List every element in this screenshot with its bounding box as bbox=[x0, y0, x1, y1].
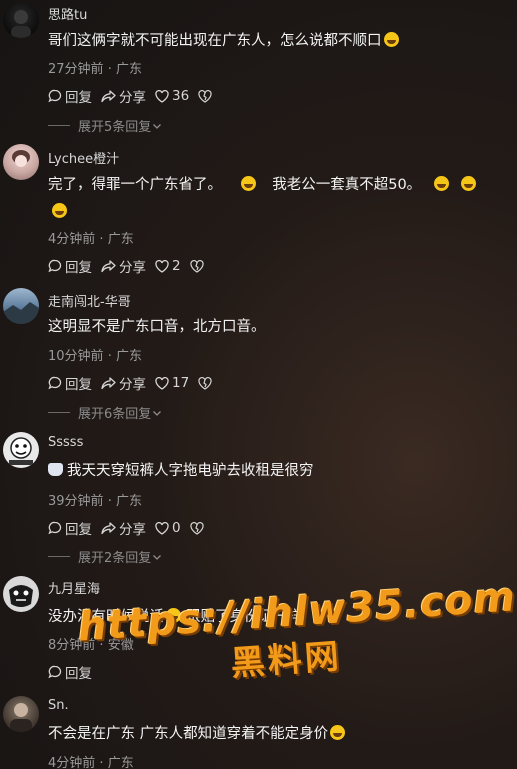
location: 广东 bbox=[107, 756, 134, 769]
like-button[interactable]: 0 bbox=[155, 520, 181, 536]
expand-replies[interactable]: 展开5条回复 bbox=[48, 116, 163, 135]
timestamp: 8分钟前 bbox=[48, 638, 96, 653]
heart-icon bbox=[155, 89, 169, 103]
location: 广东 bbox=[115, 349, 142, 364]
emoji-icon bbox=[330, 725, 346, 740]
comment-meta: 10分钟前 · 广东 bbox=[48, 349, 142, 364]
comment-text: 没办法有时候说话 跟贴了身份证一样 bbox=[48, 608, 302, 625]
comment-actions: 回复 bbox=[48, 662, 101, 682]
share-button[interactable]: 分享 bbox=[101, 373, 146, 393]
comment-actions: 回复 分享 36 bbox=[48, 86, 224, 106]
reply-button[interactable]: 回复 bbox=[48, 373, 92, 393]
location: 广东 bbox=[115, 494, 142, 509]
cat-emoji-icon bbox=[48, 463, 63, 476]
expand-replies[interactable]: 展开2条回复 bbox=[48, 547, 163, 566]
timestamp: 4分钟前 bbox=[48, 756, 96, 769]
comment-actions: 回复 分享 17 bbox=[48, 373, 224, 393]
broken-heart-icon bbox=[189, 521, 204, 535]
like-button[interactable]: 17 bbox=[155, 375, 189, 391]
comment-text-body: 哥们这俩字就不可能出现在广东人，怎么说都不顺口 bbox=[48, 33, 382, 49]
comment-bubble-icon bbox=[48, 89, 62, 103]
share-button[interactable]: 分享 bbox=[101, 518, 146, 538]
broken-heart-icon bbox=[198, 89, 212, 103]
username[interactable]: Lychee橙汁 bbox=[48, 148, 119, 167]
timestamp: 4分钟前 bbox=[48, 232, 96, 247]
comment-bubble-icon bbox=[48, 665, 62, 679]
dislike-button[interactable] bbox=[198, 376, 215, 390]
expand-replies[interactable]: 展开6条回复 bbox=[48, 403, 163, 422]
username[interactable]: 思路tu bbox=[48, 4, 87, 23]
comment-bubble-icon bbox=[48, 376, 62, 390]
comment-bubble-icon bbox=[48, 259, 62, 273]
comment-actions: 回复 分享 0 bbox=[48, 518, 216, 538]
avatar[interactable] bbox=[3, 144, 39, 180]
timestamp: 27分钟前 bbox=[48, 62, 104, 77]
dislike-button[interactable] bbox=[198, 89, 215, 103]
heart-icon bbox=[155, 521, 169, 535]
avatar[interactable] bbox=[3, 2, 39, 38]
divider bbox=[48, 412, 70, 413]
dislike-button[interactable] bbox=[189, 259, 207, 273]
timestamp: 10分钟前 bbox=[48, 349, 104, 364]
like-count: 36 bbox=[172, 88, 190, 104]
comment-actions: 回复 分享 2 bbox=[48, 256, 216, 276]
comment-text: 完了，得罪一个广东省了。 我老公一套真不超50。 bbox=[48, 172, 510, 226]
share-arrow-icon bbox=[101, 377, 116, 390]
heart-icon bbox=[155, 259, 169, 273]
comment-meta: 4分钟前 · 广东 bbox=[48, 756, 134, 769]
username[interactable]: Sn. bbox=[48, 698, 69, 713]
comment-meta: 4分钟前 · 广东 bbox=[48, 232, 134, 247]
avatar[interactable] bbox=[3, 432, 39, 468]
like-button[interactable]: 36 bbox=[155, 88, 189, 104]
divider bbox=[48, 556, 70, 557]
comment-text: 这明显不是广东口音，北方口音。 bbox=[48, 319, 266, 335]
username[interactable]: 走南闯北-华哥 bbox=[48, 291, 131, 310]
broken-heart-icon bbox=[189, 259, 204, 273]
comment-meta: 27分钟前 · 广东 bbox=[48, 62, 142, 77]
avatar[interactable] bbox=[3, 696, 39, 732]
like-count: 2 bbox=[172, 258, 181, 274]
share-button[interactable]: 分享 bbox=[101, 86, 146, 106]
chevron-down-icon bbox=[153, 123, 162, 129]
comment-text: 哥们这俩字就不可能出现在广东人，怎么说都不顺口 bbox=[48, 28, 510, 55]
chevron-down-icon bbox=[153, 410, 162, 416]
reply-button[interactable]: 回复 bbox=[48, 662, 92, 682]
chevron-down-icon bbox=[153, 554, 162, 560]
watermark: https://ihlw35.com 黑料网 bbox=[76, 574, 517, 724]
reply-button[interactable]: 回复 bbox=[48, 518, 92, 538]
avatar[interactable] bbox=[3, 288, 39, 324]
location: 安徽 bbox=[107, 638, 134, 653]
emoji-icon bbox=[433, 176, 449, 191]
comment-text: 我天天穿短裤人字拖电驴去收租是很穷 bbox=[48, 458, 510, 485]
comment-meta: 39分钟前 · 广东 bbox=[48, 494, 142, 509]
divider bbox=[48, 125, 70, 126]
location: 广东 bbox=[115, 62, 142, 77]
username[interactable]: 九月星海 bbox=[48, 578, 100, 597]
emoji-icon bbox=[383, 32, 399, 47]
share-arrow-icon bbox=[101, 90, 116, 103]
share-arrow-icon bbox=[101, 260, 116, 273]
emoji-icon bbox=[461, 176, 477, 191]
reply-button[interactable]: 回复 bbox=[48, 256, 92, 276]
like-count: 17 bbox=[172, 375, 190, 391]
emoji-icon bbox=[52, 203, 67, 218]
location: 广东 bbox=[107, 232, 134, 247]
heart-icon bbox=[155, 376, 169, 390]
avatar[interactable] bbox=[3, 576, 39, 612]
like-button[interactable]: 2 bbox=[155, 258, 181, 274]
comment-text: 不会是在广东 广东人都知道穿着不能定身价 bbox=[48, 721, 510, 748]
share-button[interactable]: 分享 bbox=[101, 256, 146, 276]
broken-heart-icon bbox=[198, 376, 212, 390]
emoji-icon bbox=[166, 608, 181, 623]
comment-meta: 8分钟前 · 安徽 bbox=[48, 638, 134, 653]
timestamp: 39分钟前 bbox=[48, 494, 104, 509]
comment-bubble-icon bbox=[48, 521, 62, 535]
dislike-button[interactable] bbox=[189, 521, 207, 535]
reply-button[interactable]: 回复 bbox=[48, 86, 92, 106]
username[interactable]: Sssss bbox=[48, 435, 83, 450]
emoji-icon bbox=[240, 176, 256, 191]
share-arrow-icon bbox=[101, 522, 116, 535]
like-count: 0 bbox=[172, 520, 181, 536]
